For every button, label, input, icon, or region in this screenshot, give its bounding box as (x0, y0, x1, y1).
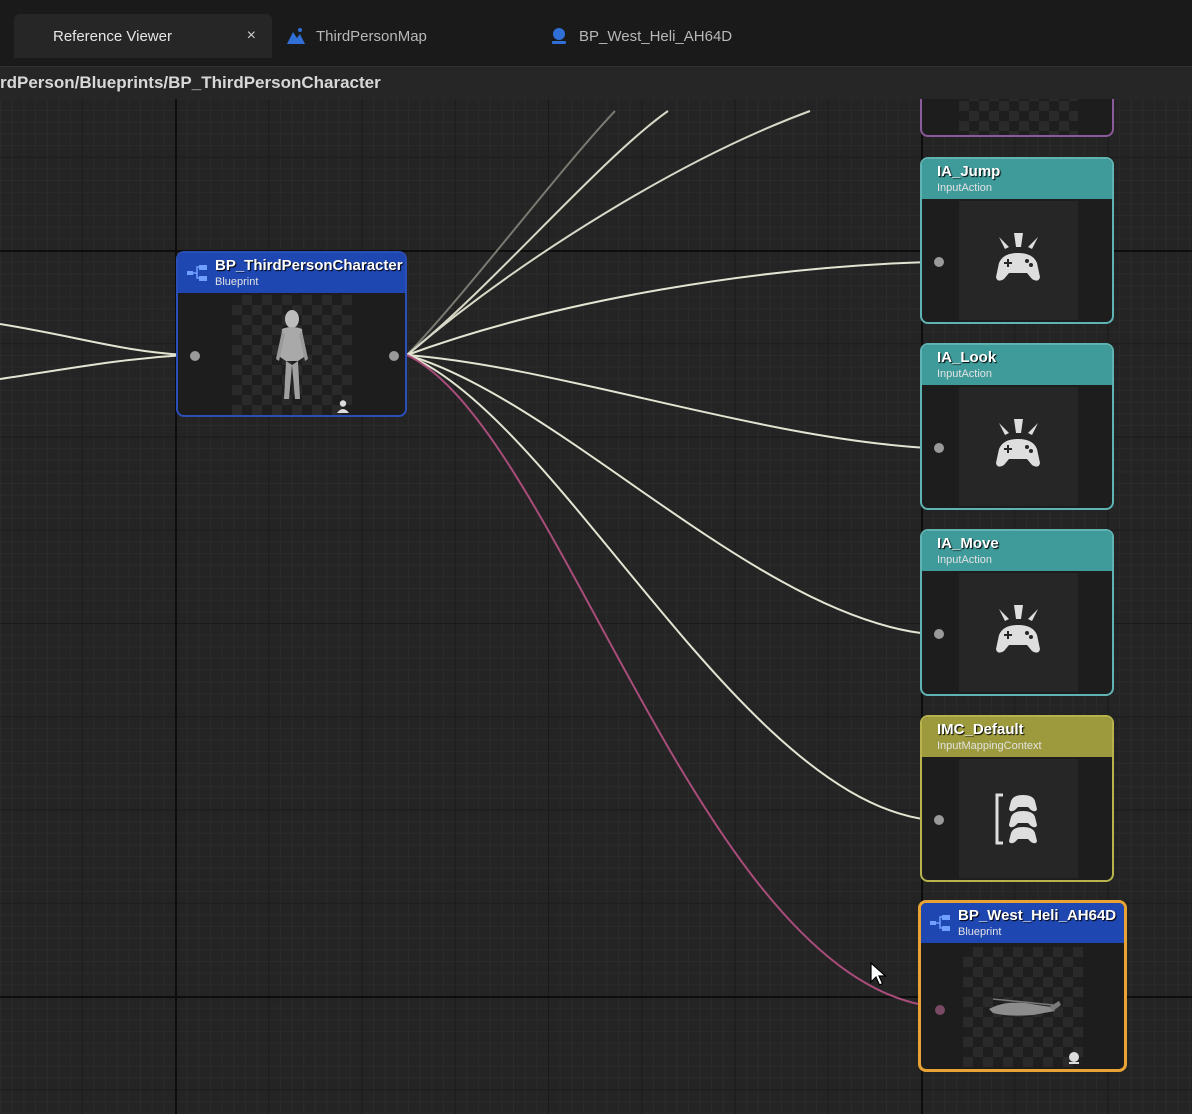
input-pin[interactable] (934, 257, 944, 267)
input-pin[interactable] (934, 629, 944, 639)
incoming-wire (0, 354, 186, 380)
wire-to-ia-move (406, 354, 931, 635)
node-type: Blueprint (215, 276, 259, 288)
node-thumbnail (959, 99, 1078, 135)
gamepad-input-icon (996, 233, 1040, 281)
node-thumbnail (959, 573, 1078, 692)
gamepad-input-icon (996, 419, 1040, 467)
node-type: InputAction (937, 554, 993, 566)
node-type: InputMappingContext (937, 740, 1042, 752)
level-map-icon (287, 28, 305, 44)
helicopter-model (989, 998, 1061, 1016)
close-tab-icon[interactable]: × (247, 26, 256, 46)
node-ia-move[interactable]: IA_Move InputAction (920, 529, 1114, 696)
blueprint-icon (930, 915, 950, 931)
node-type: Blueprint (958, 926, 1002, 938)
node-header: IA_Look InputAction (922, 345, 1112, 385)
blueprint-icon (187, 265, 207, 281)
asset-path: rdPerson/Blueprints/BP_ThirdPersonCharac… (0, 73, 381, 92)
offscreen-wire (406, 110, 811, 356)
blueprint-sphere-icon (552, 28, 566, 44)
offscreen-wire (406, 110, 669, 356)
node-title: IA_Look (937, 349, 997, 366)
gamepad-input-icon (996, 605, 1040, 653)
node-thumbnail (232, 295, 352, 415)
node-type: InputAction (937, 368, 993, 380)
wire-to-ia-look (406, 354, 931, 449)
node-header: IA_Move InputAction (922, 531, 1112, 571)
output-pin[interactable] (389, 351, 399, 361)
sphere-icon (1069, 1052, 1079, 1064)
asset-path-bar: rdPerson/Blueprints/BP_ThirdPersonCharac… (0, 66, 1192, 100)
tab-reference-viewer[interactable]: Reference Viewer × (14, 14, 272, 58)
node-type: InputAction (937, 182, 993, 194)
wire-to-imc-default (406, 354, 931, 821)
tab-third-person-map[interactable]: ThirdPersonMap (286, 14, 526, 58)
node-imc-default[interactable]: IMC_Default InputMappingContext (920, 715, 1114, 882)
mapping-context-icon (995, 793, 1037, 845)
reference-graph-canvas[interactable]: BP_ThirdPersonCharacter Blueprint IA_Jum… (0, 99, 1192, 1114)
editor-tab-bar: Reference Viewer × ThirdPersonMap BP_Wes… (0, 0, 1192, 72)
tab-bp-west-heli[interactable]: BP_West_Heli_AH64D (549, 14, 809, 58)
input-pin[interactable] (935, 1005, 945, 1015)
wire-to-heli (406, 354, 936, 1008)
input-pin[interactable] (934, 443, 944, 453)
tab-label: Reference Viewer (53, 27, 172, 45)
node-thumbnail (959, 387, 1078, 506)
offscreen-wire (406, 110, 616, 356)
node-bp-west-heli-ah64d[interactable]: BP_West_Heli_AH64D Blueprint (918, 900, 1127, 1072)
node-title: IA_Move (937, 535, 999, 552)
node-ia-look[interactable]: IA_Look InputAction (920, 343, 1114, 510)
input-pin[interactable] (934, 815, 944, 825)
node-bp-third-person-character[interactable]: BP_ThirdPersonCharacter Blueprint (176, 251, 407, 417)
node-header: IA_Jump InputAction (922, 159, 1112, 199)
node-title: BP_West_Heli_AH64D (958, 907, 1117, 924)
input-pin[interactable] (190, 351, 200, 361)
node-title: IMC_Default (937, 721, 1024, 738)
node-header: BP_West_Heli_AH64D Blueprint (921, 903, 1124, 943)
node-thumbnail (963, 947, 1083, 1067)
mouse-cursor-icon (870, 962, 888, 986)
offscreen-node[interactable] (920, 99, 1114, 137)
node-header: IMC_Default InputMappingContext (922, 717, 1112, 757)
node-header: BP_ThirdPersonCharacter Blueprint (178, 253, 405, 293)
node-title: IA_Jump (937, 163, 1001, 180)
mannequin-figure (276, 310, 308, 399)
node-title: BP_ThirdPersonCharacter (215, 257, 403, 274)
node-thumbnail (959, 201, 1078, 320)
node-thumbnail (959, 759, 1078, 878)
wire-to-ia-jump (406, 261, 931, 356)
incoming-wire (0, 323, 186, 356)
tab-label: ThirdPersonMap (316, 27, 427, 45)
node-ia-jump[interactable]: IA_Jump InputAction (920, 157, 1114, 324)
character-icon (337, 400, 349, 413)
tab-label: BP_West_Heli_AH64D (579, 27, 733, 45)
